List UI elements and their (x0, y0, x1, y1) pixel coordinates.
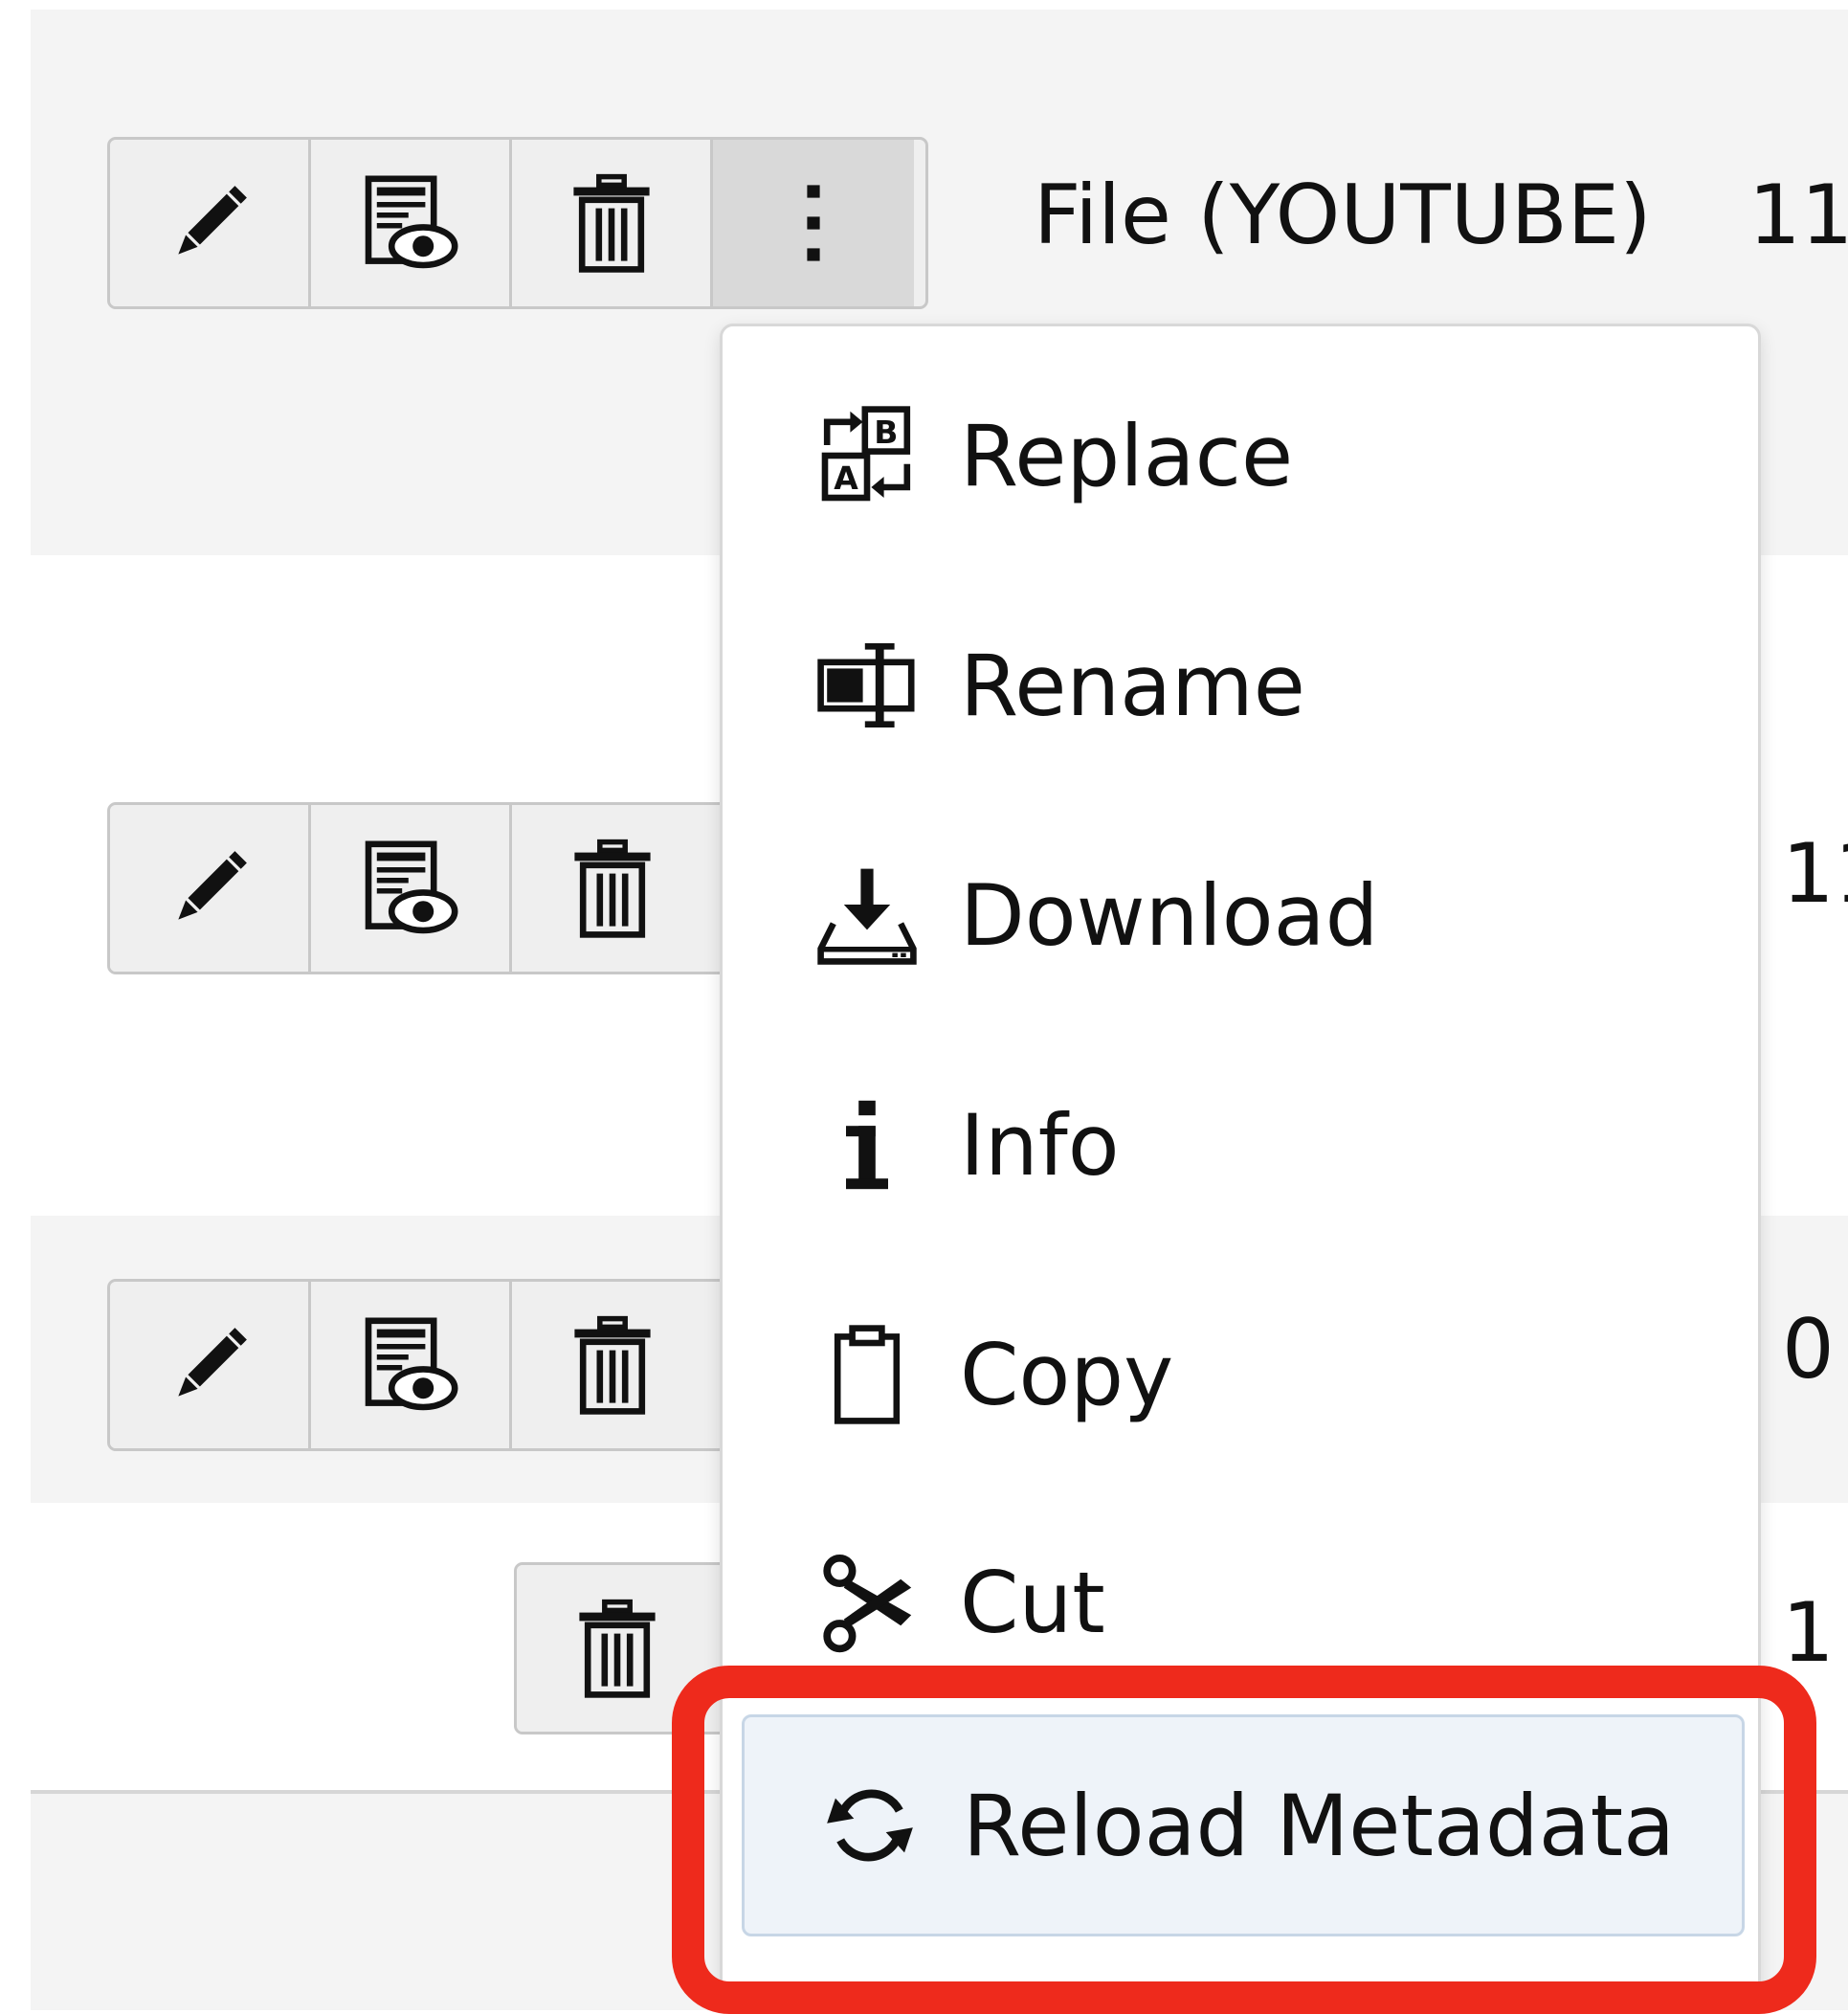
menu-item-label: Copy (960, 1325, 1174, 1424)
pencil-icon (177, 851, 247, 920)
menu-item-info[interactable]: Info (723, 1073, 1758, 1217)
file-size-value: 1 I (1782, 1585, 1848, 1681)
pencil-icon (177, 1328, 247, 1397)
document-preview-icon (365, 840, 457, 934)
preview-button[interactable] (311, 805, 512, 972)
trash-icon (572, 173, 650, 273)
menu-item-label: Rename (960, 636, 1305, 735)
row-action-group (107, 137, 928, 309)
delete-button[interactable] (512, 805, 713, 972)
menu-item-rename[interactable]: Rename (723, 614, 1758, 757)
row-action-group (107, 1279, 783, 1451)
menu-item-copy[interactable]: Copy (723, 1303, 1758, 1446)
trash-icon (574, 1315, 651, 1415)
trash-icon (574, 839, 651, 938)
menu-item-label: Info (960, 1095, 1120, 1195)
menu-item-replace[interactable]: B A Replace (723, 384, 1758, 527)
delete-button[interactable] (512, 1282, 713, 1448)
file-size-value: 11 (1748, 168, 1848, 263)
info-icon (814, 1092, 920, 1197)
file-list-screen: File (YOUTUBE) 11 1 0 1 B A Replace Rena… (0, 0, 1848, 2014)
menu-item-download[interactable]: Download (723, 843, 1758, 987)
menu-item-label: Reload Metadata (963, 1776, 1676, 1875)
document-preview-icon (365, 1317, 457, 1411)
menu-item-reload-metadata[interactable]: Reload Metadata (742, 1714, 1745, 1936)
svg-text:B: B (874, 414, 898, 451)
svg-text:A: A (834, 459, 858, 497)
edit-button[interactable] (110, 1282, 311, 1448)
delete-button[interactable] (517, 1565, 718, 1732)
menu-item-label: Download (960, 865, 1379, 965)
pencil-icon (177, 186, 247, 255)
menu-item-label: Replace (960, 406, 1294, 505)
row-action-group (107, 802, 783, 974)
file-size-value: 0 I (1782, 1302, 1848, 1398)
menu-item-cut[interactable]: Cut (723, 1531, 1758, 1674)
trash-icon (579, 1599, 656, 1698)
preview-button[interactable] (311, 140, 512, 306)
rename-icon (814, 633, 920, 738)
delete-button[interactable] (512, 140, 713, 306)
scissors-icon (814, 1550, 920, 1655)
clipboard-icon (814, 1322, 920, 1427)
edit-button[interactable] (110, 805, 311, 972)
document-preview-icon (365, 175, 457, 269)
menu-item-label: Cut (960, 1553, 1105, 1652)
refresh-icon (817, 1773, 923, 1878)
row-action-group (514, 1562, 749, 1734)
file-type-label: File (YOUTUBE) (1034, 168, 1652, 263)
more-vertical-icon (807, 185, 820, 261)
edit-button[interactable] (110, 140, 311, 306)
replace-icon: B A (814, 403, 920, 508)
file-size-value: 11 (1782, 826, 1848, 922)
download-icon (814, 862, 920, 968)
preview-button[interactable] (311, 1282, 512, 1448)
more-actions-button[interactable] (713, 140, 914, 306)
context-menu: B A Replace Rename Download Info Copy Cu… (720, 324, 1761, 2004)
